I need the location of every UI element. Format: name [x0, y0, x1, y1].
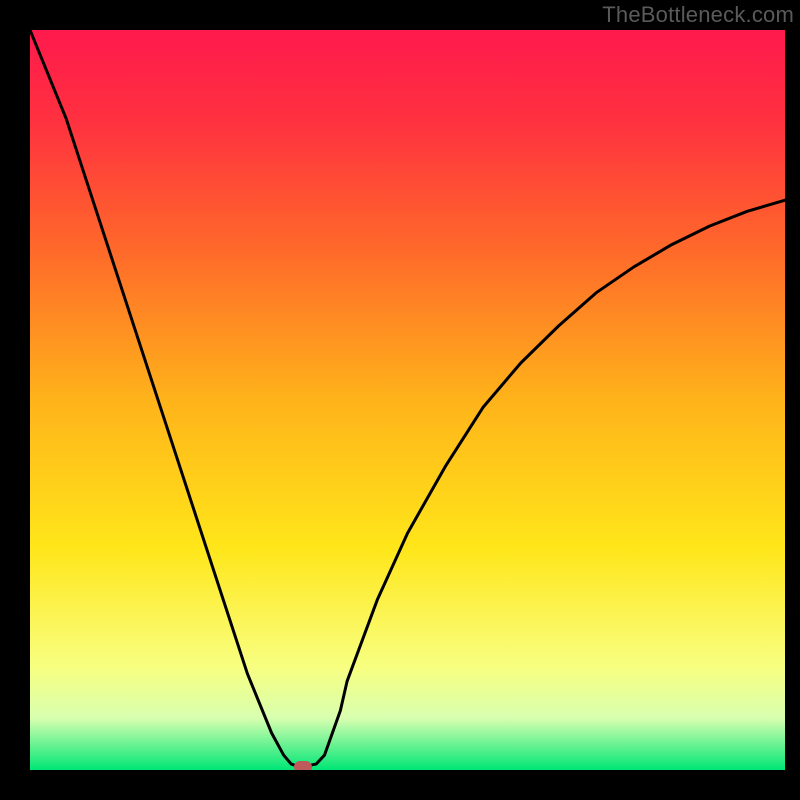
gradient-background	[30, 30, 785, 770]
plot-area	[30, 30, 785, 770]
optimal-marker	[294, 761, 312, 770]
chart-svg	[30, 30, 785, 770]
watermark-text: TheBottleneck.com	[602, 2, 794, 28]
chart-frame: TheBottleneck.com	[0, 0, 800, 800]
